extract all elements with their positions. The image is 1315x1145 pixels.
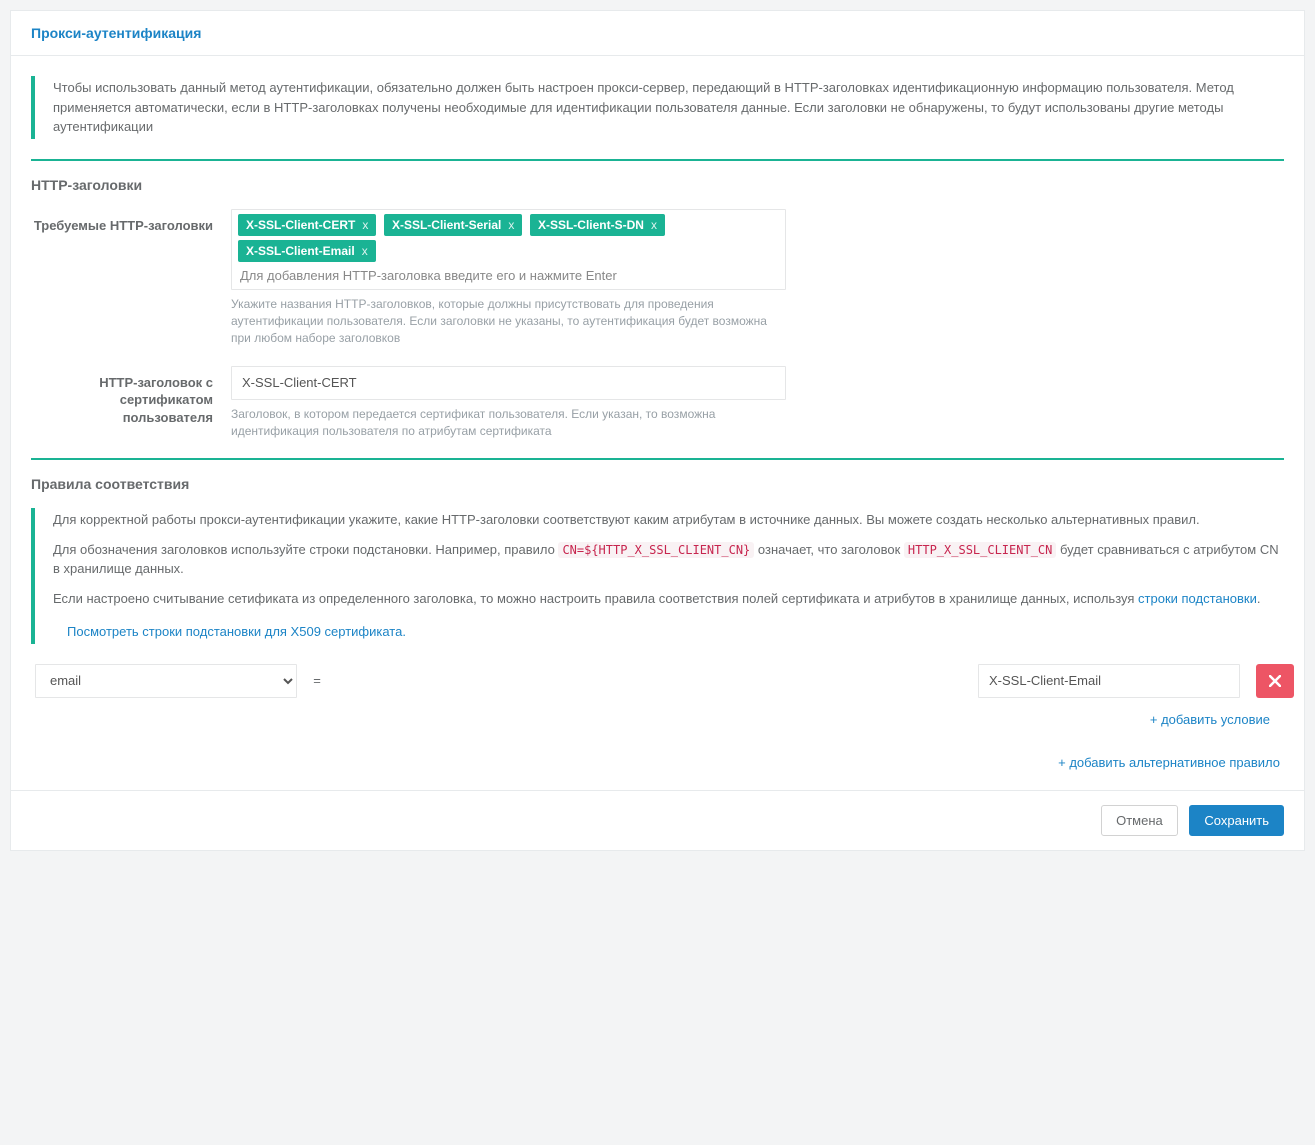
proxy-auth-panel: Прокси-аутентификация Чтобы использовать… — [10, 10, 1305, 851]
remove-tag-icon[interactable]: x — [508, 218, 514, 232]
required-headers-label: Требуемые HTTP-заголовки — [31, 209, 231, 348]
code-example: HTTP_X_SSL_CLIENT_CN — [904, 542, 1057, 558]
cancel-button[interactable]: Отмена — [1101, 805, 1178, 836]
required-headers-row: Требуемые HTTP-заголовки X-SSL-Client-CE… — [31, 209, 1284, 348]
panel-title: Прокси-аутентификация — [31, 25, 201, 41]
cert-header-row: HTTP-заголовок с сертификатом пользовате… — [31, 366, 1284, 441]
required-headers-help: Укажите названия HTTP-заголовков, которы… — [231, 296, 786, 348]
header-tag: X-SSL-Client-S-DNx — [530, 214, 665, 236]
rules-p3: Если настроено считывание сетификата из … — [53, 589, 1284, 609]
x509-substitution-link[interactable]: Посмотреть строки подстановки для X509 с… — [67, 624, 406, 639]
delete-rule-button[interactable] — [1256, 664, 1294, 698]
equals-sign: = — [297, 673, 337, 688]
http-headers-heading: HTTP-заголовки — [31, 177, 1284, 193]
header-tag: X-SSL-Client-Serialx — [384, 214, 522, 236]
cert-header-label: HTTP-заголовок с сертификатом пользовате… — [31, 366, 231, 441]
cert-header-help: Заголовок, в котором передается сертифик… — [231, 406, 786, 441]
section-separator — [31, 159, 1284, 161]
code-example: CN=${HTTP_X_SSL_CLIENT_CN} — [558, 542, 754, 558]
rules-p2: Для обозначения заголовков используйте с… — [53, 540, 1284, 579]
remove-tag-icon[interactable]: x — [651, 218, 657, 232]
rule-header-input[interactable] — [978, 664, 1240, 698]
rule-row: email = — [35, 664, 1280, 698]
rule-attribute-select[interactable]: email — [35, 664, 297, 698]
rules-p1: Для корректной работы прокси-аутентифика… — [53, 510, 1284, 530]
intro-callout: Чтобы использовать данный метод аутентиф… — [31, 76, 1284, 139]
header-tag: X-SSL-Client-Emailx — [238, 240, 376, 262]
section-separator — [31, 458, 1284, 460]
rules-heading: Правила соответствия — [31, 476, 1284, 492]
save-button[interactable]: Сохранить — [1189, 805, 1284, 836]
tag-input-placeholder: Для добавления HTTP-заголовка введите ег… — [238, 266, 779, 289]
remove-tag-icon[interactable]: x — [362, 218, 368, 232]
cert-header-input[interactable] — [231, 366, 786, 400]
panel-footer: Отмена Сохранить — [11, 790, 1304, 850]
substitution-link[interactable]: строки подстановки — [1138, 591, 1257, 606]
panel-header: Прокси-аутентификация — [11, 11, 1304, 56]
delete-icon — [1269, 675, 1281, 687]
panel-body: Чтобы использовать данный метод аутентиф… — [11, 56, 1304, 790]
add-alt-rule-link[interactable]: + добавить альтернативное правило — [1058, 755, 1280, 770]
rules-callout: Для корректной работы прокси-аутентифика… — [31, 508, 1284, 644]
intro-text: Чтобы использовать данный метод аутентиф… — [53, 78, 1284, 137]
remove-tag-icon[interactable]: x — [362, 244, 368, 258]
header-tag: X-SSL-Client-CERTx — [238, 214, 376, 236]
add-condition-link[interactable]: + добавить условие — [1150, 712, 1270, 727]
required-headers-input[interactable]: X-SSL-Client-CERTx X-SSL-Client-Serialx … — [231, 209, 786, 290]
